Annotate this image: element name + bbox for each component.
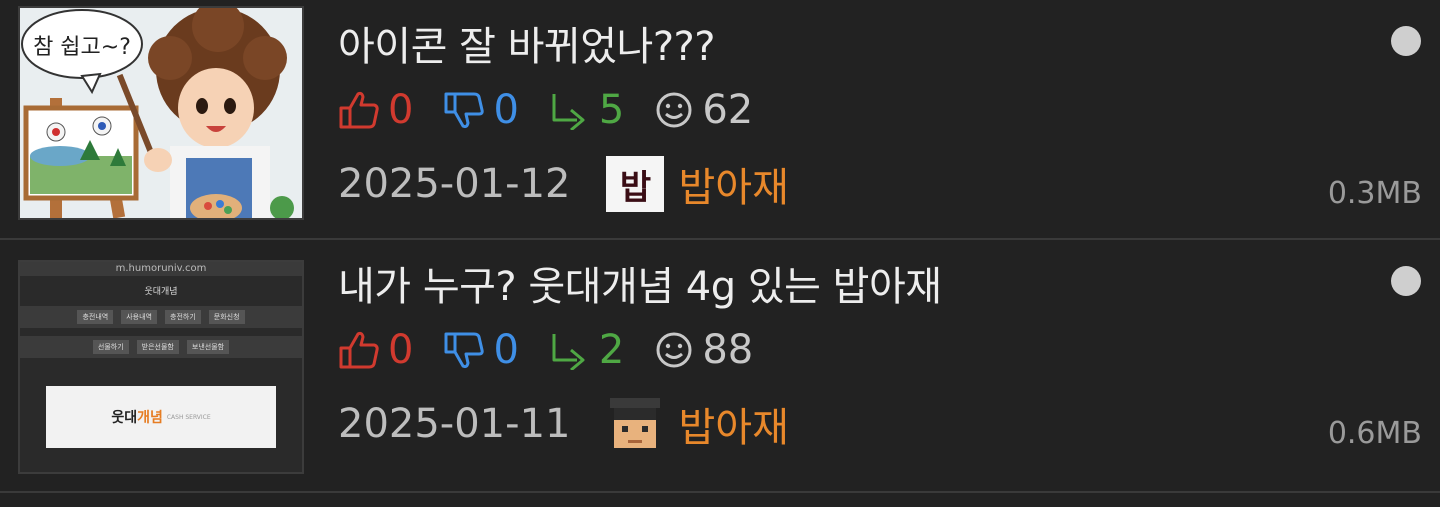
post-date: 2025-01-12 (338, 161, 571, 207)
thumbnail-caption: 참 쉽고~? (33, 35, 131, 60)
attachment-size: 0.3MB (1327, 176, 1422, 211)
post-item[interactable]: m.humoruniv.com 웃대개념 충전내역 사용내역 충전하기 문화신청… (0, 240, 1440, 478)
thumbnail-button: 충전하기 (165, 310, 201, 324)
thumbnail-header: 웃대개념 (144, 287, 178, 297)
avatar[interactable]: 밥 (606, 156, 665, 212)
smiley-icon (656, 332, 692, 368)
unread-dot-icon (1391, 26, 1421, 56)
view-count: 62 (702, 87, 754, 133)
post-meta: 2025-01-12 밥 밥아재 (338, 156, 789, 212)
thumbs-down-icon (444, 332, 485, 369)
reply-stat[interactable]: 2 (549, 327, 624, 373)
view-count: 88 (702, 327, 754, 373)
post-thumbnail[interactable]: 참 쉽고~? (18, 6, 304, 220)
thumbnail-button: 사용내역 (121, 310, 157, 324)
avatar-text: 밥 (619, 167, 652, 208)
downvote-count: 0 (493, 87, 519, 133)
divider (0, 491, 1440, 493)
post-stats: 0 0 5 62 (338, 86, 783, 134)
post-title[interactable]: 아이콘 잘 바뀌었나??? (338, 14, 716, 72)
thumbs-up-icon (339, 331, 379, 369)
post-meta: 2025-01-11 밥아재 (338, 396, 789, 452)
upvote-stat[interactable]: 0 (338, 327, 413, 373)
post-item[interactable]: 참 쉽고~? 아이콘 잘 바뀌었나??? 0 0 5 62 2025-01-12… (0, 0, 1440, 238)
view-stat: 62 (654, 87, 753, 133)
reply-count: 2 (598, 327, 625, 373)
author-name[interactable]: 밥아재 (678, 155, 788, 213)
reply-stat[interactable]: 5 (549, 87, 624, 133)
post-title[interactable]: 내가 누구? 웃대개념 4g 있는 밥아재 (338, 254, 942, 312)
view-stat: 88 (654, 327, 753, 373)
thumbnail-button-row: 충전내역 사용내역 충전하기 문화신청 (20, 306, 302, 328)
thumbnail-image: m.humoruniv.com 웃대개념 충전내역 사용내역 충전하기 문화신청… (20, 262, 302, 472)
upvote-stat[interactable]: 0 (338, 87, 413, 133)
upvote-count: 0 (388, 87, 414, 133)
thumbs-down-icon (444, 92, 485, 129)
reply-arrow-icon (552, 94, 585, 130)
avatar[interactable] (606, 396, 664, 452)
attachment-size: 0.6MB (1327, 416, 1422, 451)
thumbnail-url: m.humoruniv.com (20, 262, 302, 276)
upvote-count: 0 (388, 327, 414, 373)
smiley-icon (656, 92, 692, 128)
author-name[interactable]: 밥아재 (678, 395, 788, 453)
avatar-image (610, 398, 661, 448)
downvote-stat[interactable]: 0 (443, 327, 519, 373)
downvote-stat[interactable]: 0 (443, 87, 519, 133)
thumbnail-button: 문화신청 (208, 310, 245, 324)
banner-main: 웃대 (111, 410, 138, 426)
post-date: 2025-01-11 (338, 401, 571, 447)
post-stats: 0 0 2 88 (338, 326, 783, 374)
thumbnail-button: 충전내역 (77, 310, 114, 324)
thumbnail-button-row: 선물하기 받은선물함 보낸선물함 (20, 336, 302, 358)
thumbnail-banner: 웃대 개념 CASH SERVICE (46, 386, 276, 448)
thumbnail-button: 보낸선물함 (186, 340, 230, 354)
post-thumbnail[interactable]: m.humoruniv.com 웃대개념 충전내역 사용내역 충전하기 문화신청… (18, 260, 304, 474)
banner-accent: 개념 (137, 410, 163, 426)
post-list: 참 쉽고~? 아이콘 잘 바뀌었나??? 0 0 5 62 2025-01-12… (0, 0, 1440, 507)
thumbnail-image: 참 쉽고~? (20, 8, 302, 218)
thumbnail-button: 받은선물함 (136, 340, 179, 354)
unread-dot-icon (1391, 266, 1421, 296)
thumbnail-button: 선물하기 (92, 340, 129, 354)
banner-sub: CASH SERVICE (166, 413, 211, 421)
downvote-count: 0 (493, 327, 519, 373)
thumbs-up-icon (339, 91, 379, 129)
reply-count: 5 (598, 87, 625, 133)
reply-arrow-icon (552, 334, 585, 370)
